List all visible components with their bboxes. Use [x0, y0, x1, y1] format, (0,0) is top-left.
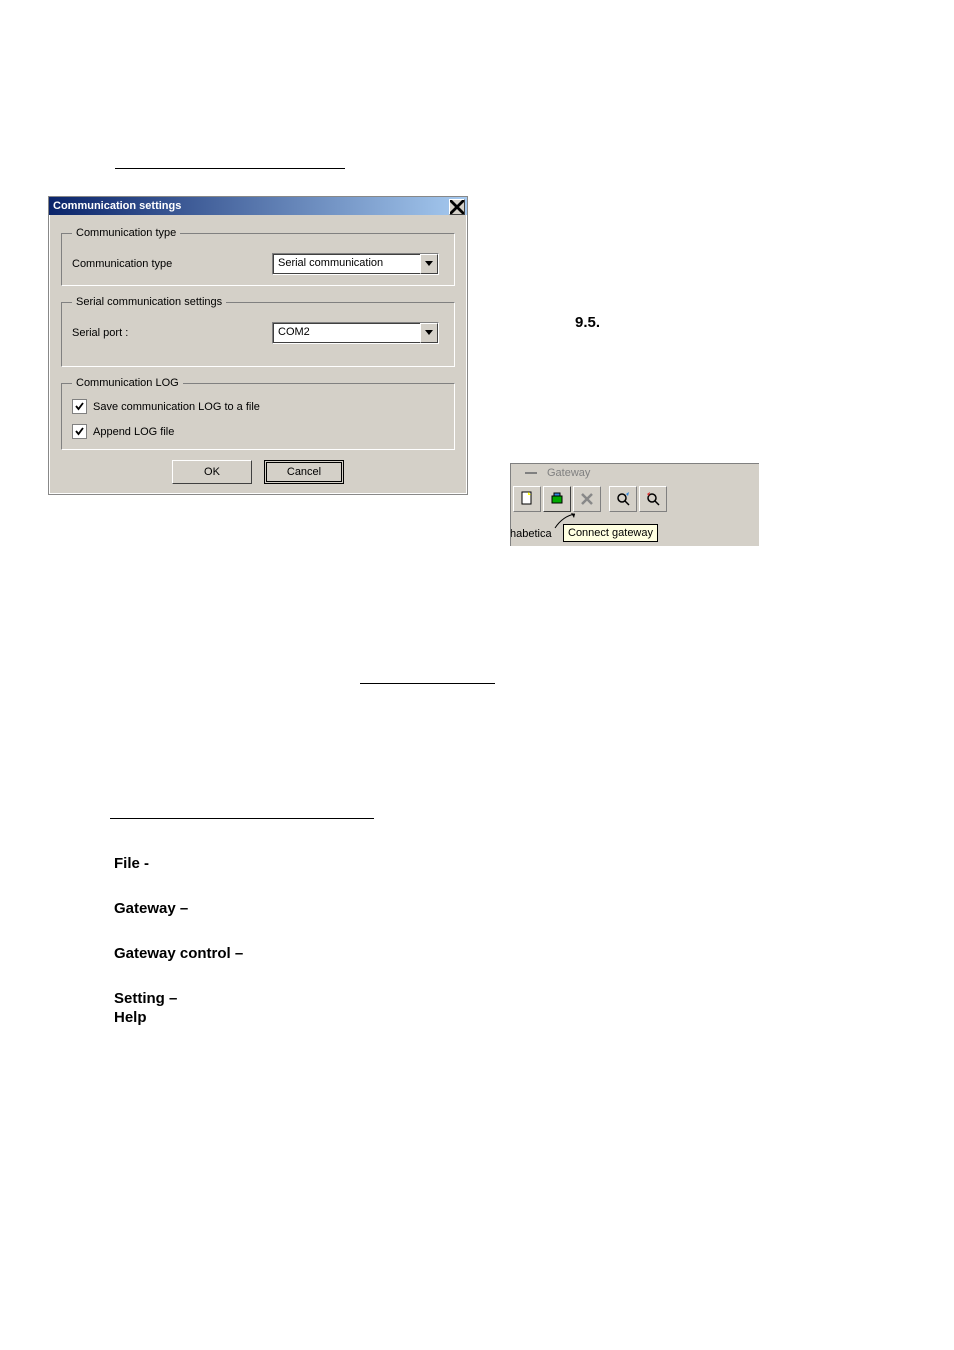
communication-log-group: Communication LOG Save communication LOG… [61, 377, 455, 450]
download-icon[interactable] [609, 486, 637, 512]
label-gateway-control: Gateway control – [114, 946, 243, 961]
label-file: File - [114, 856, 243, 871]
heading-underline-3 [110, 818, 374, 819]
append-log-checkbox[interactable] [72, 424, 87, 439]
dialog-title: Communication settings [53, 200, 181, 212]
menu-gateway[interactable]: Gateway [541, 465, 596, 481]
snippet-side-text: habetica [510, 528, 552, 540]
ok-button[interactable]: OK [172, 460, 252, 484]
label-gateway: Gateway – [114, 901, 243, 916]
group-legend: Serial communication settings [72, 296, 226, 308]
save-log-label: Save communication LOG to a file [93, 401, 260, 413]
dialog-titlebar[interactable]: Communication settings [49, 197, 467, 215]
menu-handle-icon [525, 472, 537, 474]
new-document-icon[interactable] [513, 486, 541, 512]
communication-type-select[interactable]: Serial communication [272, 253, 439, 275]
serial-port-label: Serial port : [72, 327, 272, 339]
group-legend: Communication LOG [72, 377, 183, 389]
snippet-toolbar [513, 486, 667, 512]
snippet-menubar: Gateway [525, 464, 596, 482]
upload-icon[interactable] [639, 486, 667, 512]
communication-type-group: Communication type Communication type Se… [61, 227, 455, 286]
heading-underline-2 [360, 683, 495, 684]
dialog-body: Communication type Communication type Se… [49, 215, 467, 494]
save-log-checkbox[interactable] [72, 399, 87, 414]
heading-underline-1 [115, 168, 345, 169]
group-legend: Communication type [72, 227, 180, 239]
communication-settings-dialog: Communication settings Communication typ… [48, 196, 468, 495]
close-icon[interactable] [449, 199, 465, 215]
toolbar-snippet: Gateway [510, 463, 759, 546]
communication-type-label: Communication type [72, 258, 272, 270]
label-setting: Setting – [114, 991, 243, 1006]
chevron-down-icon[interactable] [420, 254, 438, 274]
combo-value: Serial communication [273, 254, 420, 274]
connect-gateway-icon[interactable] [543, 486, 571, 512]
disconnect-icon[interactable] [573, 486, 601, 512]
serial-settings-group: Serial communication settings Serial por… [61, 296, 455, 367]
label-help: Help [114, 1010, 243, 1025]
combo-value: COM2 [273, 323, 420, 343]
tooltip: Connect gateway [563, 524, 658, 542]
append-log-label: Append LOG file [93, 426, 174, 438]
cancel-button[interactable]: Cancel [264, 460, 344, 484]
chevron-down-icon[interactable] [420, 323, 438, 343]
section-number: 9.5. [575, 314, 600, 331]
serial-port-select[interactable]: COM2 [272, 322, 439, 344]
menu-names-block: File - Gateway – Gateway control – Setti… [114, 856, 243, 1055]
